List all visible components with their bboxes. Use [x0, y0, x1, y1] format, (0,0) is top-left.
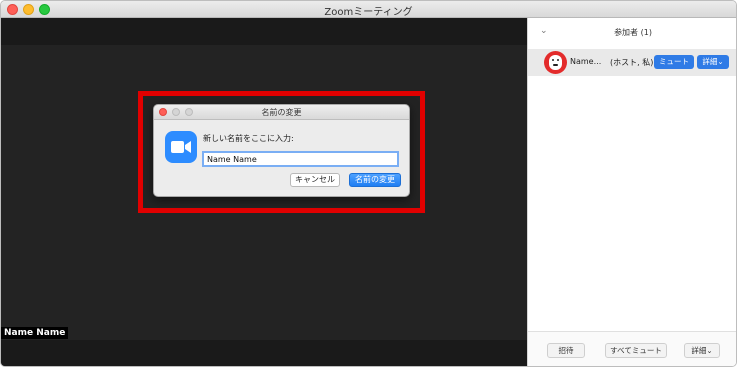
zoom-window: Zoomミーティング Name Name 名前の変更 新しい名前をここに入力: …: [0, 0, 737, 367]
participant-more-label: 詳細: [702, 57, 718, 66]
video-name-label: Name Name: [1, 327, 69, 339]
window-title: Zoomミーティング: [324, 7, 413, 18]
new-name-input[interactable]: [202, 151, 399, 167]
mute-all-button[interactable]: すべてミュート: [605, 343, 667, 358]
dialog-title-bar: 名前の変更: [154, 105, 409, 120]
participant-name: Name...: [570, 57, 602, 66]
panel-title: 参加者 (1): [614, 28, 652, 37]
title-bar: Zoomミーティング: [1, 1, 736, 18]
cancel-button[interactable]: キャンセル: [290, 173, 340, 187]
participant-role: (ホスト, 私): [610, 58, 654, 67]
panel-header: ⌄ 参加者 (1): [528, 18, 736, 46]
panel-footer: 招待 すべてミュート 詳細⌄: [528, 331, 736, 366]
participants-panel: ⌄ 参加者 (1) Name... (ホスト, 私) ミュート 詳細⌄ 招待 す…: [527, 18, 736, 366]
rename-button[interactable]: 名前の変更: [349, 173, 401, 187]
invite-button[interactable]: 招待: [547, 343, 585, 358]
chevron-down-icon: ⌄: [706, 346, 713, 355]
footer-more-button[interactable]: 詳細⌄: [684, 343, 720, 358]
avatar: [544, 51, 567, 74]
video-top-band: [1, 18, 527, 45]
footer-more-label: 詳細: [691, 346, 707, 355]
dialog-title: 名前の変更: [261, 108, 302, 117]
avatar-face: [549, 55, 562, 70]
dialog-prompt: 新しい名前をここに入力:: [203, 134, 294, 143]
chevron-down-icon: ⌄: [717, 57, 724, 66]
video-bottom-band: [1, 340, 527, 366]
mute-button[interactable]: ミュート: [654, 55, 694, 69]
participant-row[interactable]: Name... (ホスト, 私) ミュート 詳細⌄: [528, 49, 736, 76]
participant-more-button[interactable]: 詳細⌄: [697, 55, 729, 69]
zoom-camera-icon: [165, 131, 197, 163]
rename-dialog: 名前の変更 新しい名前をここに入力: キャンセル 名前の変更: [153, 104, 410, 197]
